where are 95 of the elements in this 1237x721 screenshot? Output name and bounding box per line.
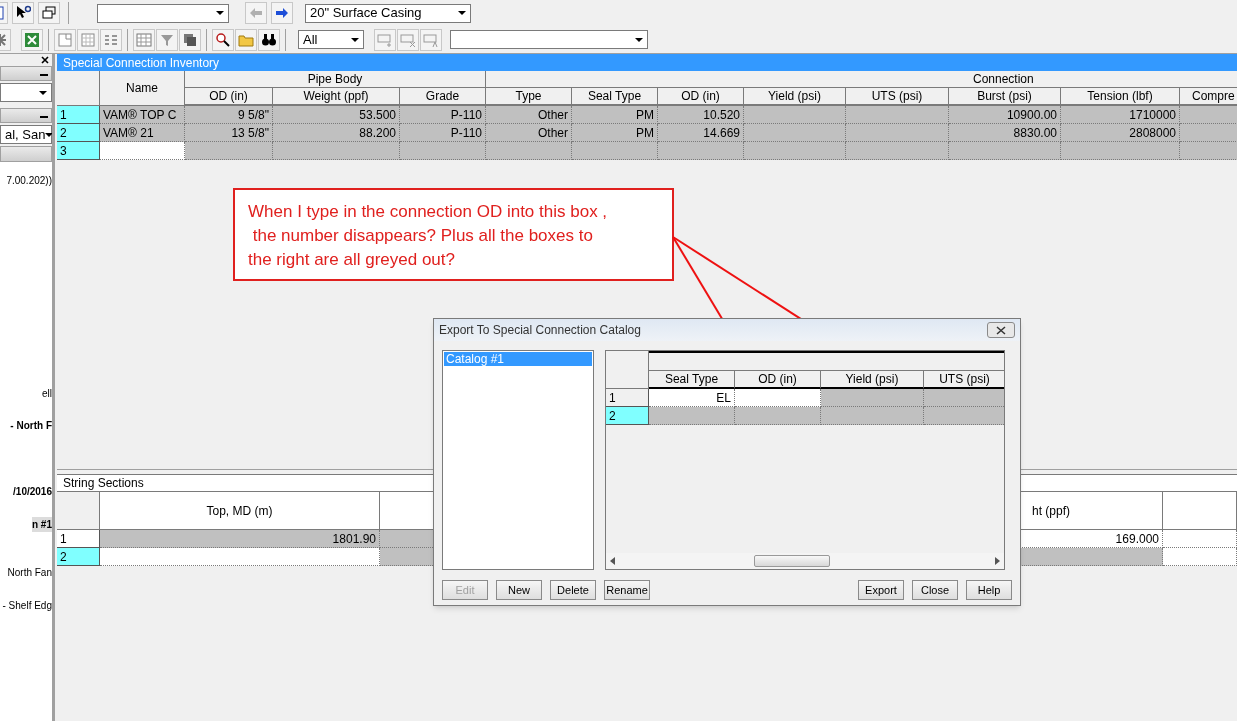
- project-select[interactable]: al, San: [0, 125, 52, 144]
- table-cell: 1710000: [1061, 106, 1180, 124]
- column-header: Seal Type: [649, 371, 735, 389]
- caret-icon: [39, 90, 47, 95]
- scroll-left-icon[interactable]: [610, 557, 615, 565]
- scroll-right-icon[interactable]: [995, 557, 1000, 565]
- tree-item[interactable]: ell: [42, 386, 52, 401]
- dialog-button[interactable]: Rename: [604, 580, 650, 600]
- table-cell[interactable]: EL: [649, 389, 735, 407]
- corner-cell: [57, 492, 100, 530]
- tree-item[interactable]: - North F: [10, 418, 52, 433]
- column-header: Burst (psi): [949, 88, 1061, 106]
- column-header: Type: [486, 88, 572, 106]
- close-icon[interactable]: [41, 56, 49, 64]
- dialog-button[interactable]: Delete: [550, 580, 596, 600]
- tree-item[interactable]: North Fan: [7, 565, 52, 580]
- table-cell: 10.520: [658, 106, 744, 124]
- dialog-button[interactable]: New: [496, 580, 542, 600]
- column-header: OD (in): [735, 371, 821, 389]
- caret-icon: [351, 37, 359, 42]
- table-icon[interactable]: [133, 28, 155, 51]
- corner-cell: [57, 71, 100, 106]
- dialog-button[interactable]: Help: [966, 580, 1012, 600]
- row-header: 1: [57, 106, 100, 124]
- column-header: Seal Type: [572, 88, 658, 106]
- row-header[interactable]: 1: [57, 530, 100, 548]
- caret-icon: [458, 11, 466, 15]
- table-cell: 14.669: [658, 124, 744, 142]
- table-cell: PM: [572, 106, 658, 124]
- table-cell: PM: [572, 124, 658, 142]
- horizontal-scrollbar[interactable]: [606, 553, 1004, 569]
- table-cell: 2808000: [1061, 124, 1180, 142]
- close-icon: [996, 325, 1006, 335]
- table-cell[interactable]: [100, 548, 380, 566]
- column-group-header: Pipe Body: [185, 71, 486, 88]
- list-layout-icon[interactable]: [100, 28, 122, 51]
- dialog-title: Export To Special Connection Catalog: [439, 322, 641, 339]
- table-cell[interactable]: VAM® 21: [100, 124, 185, 142]
- help-pointer-icon[interactable]: [12, 2, 34, 24]
- column-header: Grade: [400, 88, 486, 106]
- column-header: Yield (psi): [744, 88, 846, 106]
- row-header: 2: [57, 124, 100, 142]
- column-header: Top, MD (m): [100, 492, 380, 530]
- column-header: Tension (lbf): [1061, 88, 1180, 106]
- close-button[interactable]: [987, 322, 1015, 338]
- column-header: Compre: [1180, 88, 1237, 106]
- view-select[interactable]: [450, 30, 648, 49]
- table-cell[interactable]: VAM® TOP C: [100, 106, 185, 124]
- search-icon[interactable]: [212, 28, 234, 51]
- restore-window-icon[interactable]: [38, 2, 60, 24]
- scroll-thumb[interactable]: [754, 555, 830, 567]
- layers-icon[interactable]: [179, 28, 201, 51]
- column-header: Yield (psi): [821, 371, 924, 389]
- table-cell: 88.200: [273, 124, 400, 142]
- dialog-button[interactable]: Export: [858, 580, 904, 600]
- grid-title-bar: Special Connection Inventory: [57, 54, 1237, 71]
- tree-item[interactable]: n #1: [32, 517, 52, 532]
- callout-note: When I type in the connection OD into this box , the number disappears? Plus all the boxes to the right are all greyed out?: [233, 188, 674, 281]
- table-cell[interactable]: [1163, 530, 1237, 548]
- caret-icon: [216, 11, 224, 15]
- table-cell: 13 5/8": [185, 124, 273, 142]
- table-cell[interactable]: [100, 142, 185, 160]
- dialog-button[interactable]: Close: [912, 580, 958, 600]
- column-header: Name: [100, 71, 185, 106]
- caret-icon: [635, 37, 643, 42]
- tree-item[interactable]: - Shelf Edg: [2, 598, 52, 613]
- section-select[interactable]: [97, 3, 229, 23]
- tree-item[interactable]: /10/2016: [13, 484, 52, 499]
- table-cell: 53.500: [273, 106, 400, 124]
- table-cell[interactable]: [1163, 548, 1237, 566]
- table-cell: Other: [486, 106, 572, 124]
- filter-select[interactable]: All: [298, 30, 364, 49]
- panel-select[interactable]: [0, 83, 52, 102]
- caret-icon: [45, 132, 52, 137]
- column-header: Weight (ppf): [273, 88, 400, 106]
- table-cell: P-110: [400, 124, 486, 142]
- tree-item[interactable]: 7.00.202)): [6, 173, 52, 188]
- binoculars-icon[interactable]: [258, 28, 280, 51]
- column-header: UTS (psi): [846, 88, 949, 106]
- column-group-header: Connection: [972, 71, 1034, 88]
- column-header: OD (in): [185, 88, 273, 106]
- column-header: OD (in): [658, 88, 744, 106]
- row-header[interactable]: 2: [57, 548, 100, 566]
- row-header[interactable]: 1: [606, 389, 649, 407]
- table-cell: 9 5/8": [185, 106, 273, 124]
- row-header: 3: [57, 142, 100, 160]
- column-header: UTS (psi): [924, 371, 1004, 389]
- table-cell: Other: [486, 124, 572, 142]
- spreadsheet-icon[interactable]: [21, 28, 43, 51]
- casing-select[interactable]: 20" Surface Casing: [305, 3, 471, 23]
- table-cell: P-110: [400, 106, 486, 124]
- table-cell: 8830.00: [949, 124, 1061, 142]
- table-cell[interactable]: [735, 389, 821, 407]
- table-cell: 10900.00: [949, 106, 1061, 124]
- row-header[interactable]: 2: [606, 407, 649, 425]
